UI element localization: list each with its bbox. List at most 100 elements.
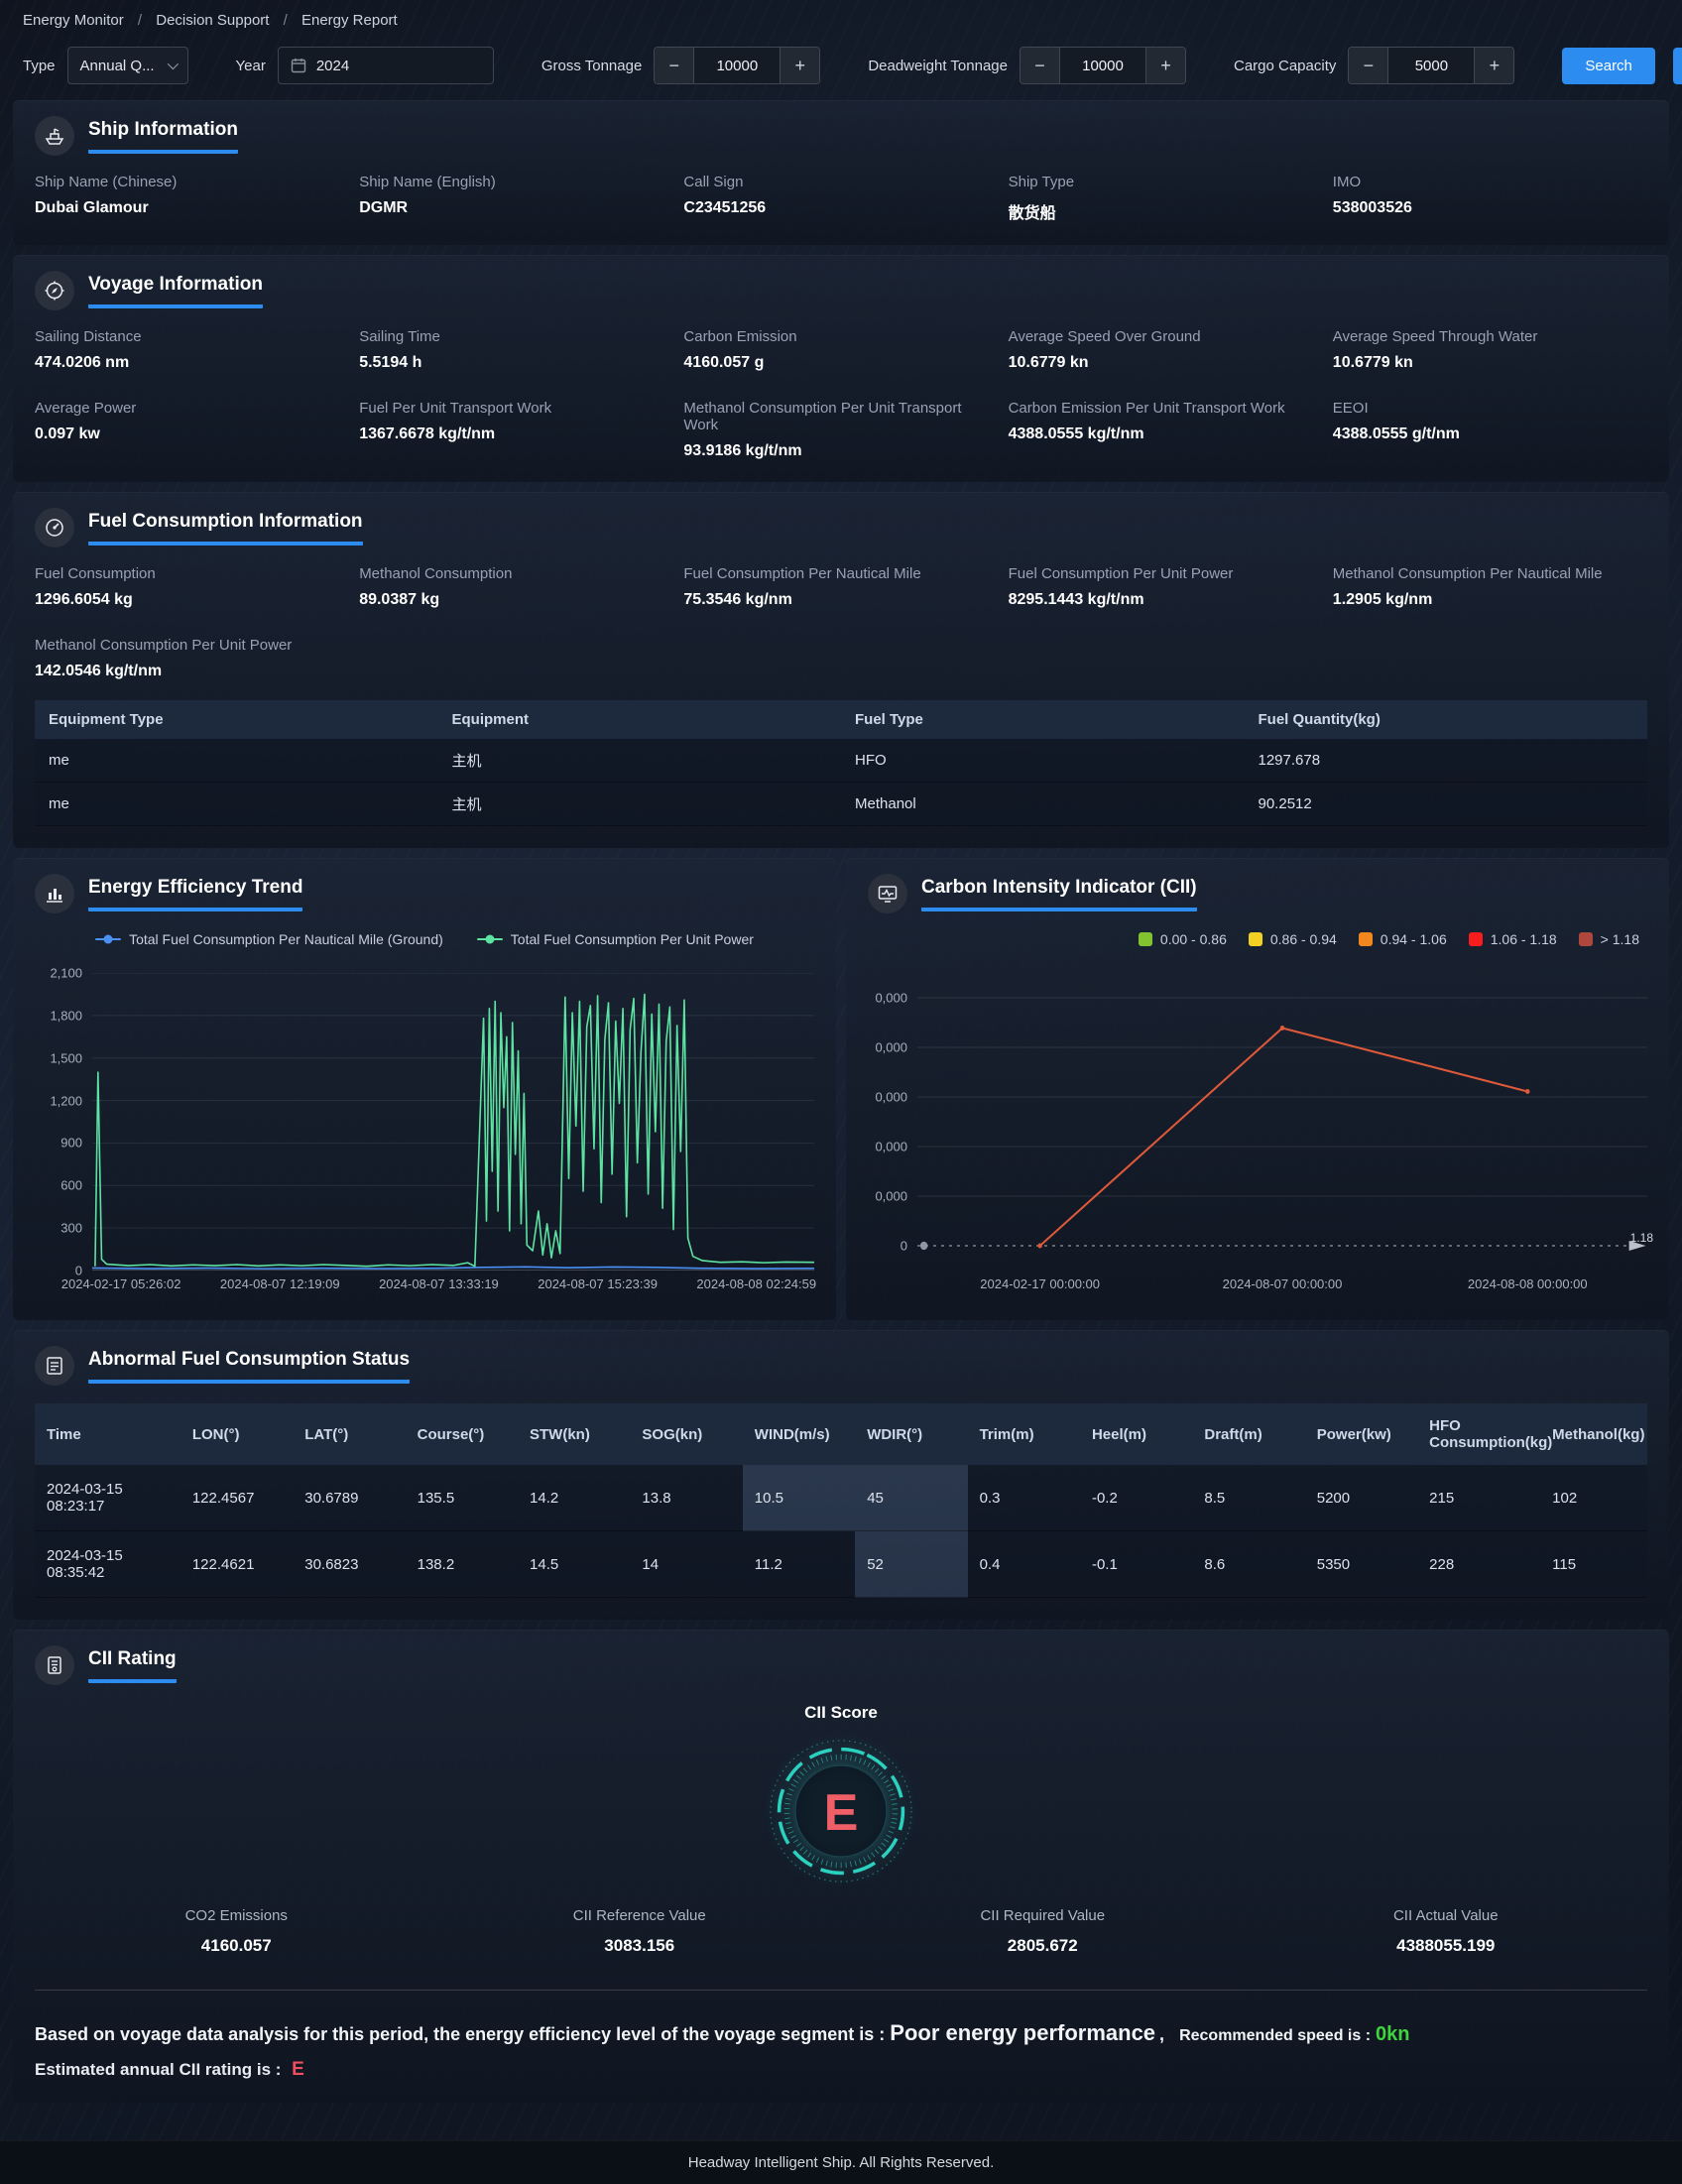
field-label: Ship Name (English) [359,174,673,190]
equipment-table-row[interactable]: me 主机 Methanol 90.2512 [35,783,1647,826]
energy-plot-area[interactable] [92,973,814,1271]
field-value: 4388.0555 kg/t/nm [1009,425,1323,443]
col-draft: Draft(m) [1192,1403,1304,1465]
gross-tonnage-increment-button[interactable]: + [780,48,819,83]
stat-value: 3083.156 [438,1936,842,1956]
col-fuel-quantity: Fuel Quantity(kg) [1245,700,1648,739]
field-label: Average Speed Over Ground [1009,328,1323,345]
year-input-value: 2024 [316,58,349,74]
deadweight-tonnage-value[interactable]: 10000 [1060,48,1145,83]
breadcrumb-separator: / [284,12,288,29]
legend-item-orange-band[interactable]: 0.94 - 1.06 [1359,931,1447,947]
legend-label: 0.94 - 1.06 [1381,931,1447,947]
field-label: Methanol Consumption Per Nautical Mile [1333,565,1647,582]
legend-swatch [1469,932,1483,946]
legend-swatch [1139,932,1152,946]
abnormal-table-row[interactable]: 2024-03-15 08:23:17 122.4567 30.6789 135… [35,1465,1647,1531]
stat-value: 4388055.199 [1245,1936,1648,1956]
fuel-gauge-icon [35,508,74,547]
cii-chart-title: Carbon Intensity Indicator (CII) [921,877,1197,911]
report-icon [35,1346,74,1386]
year-input[interactable]: 2024 [278,47,494,84]
table-cell: 0.3 [968,1465,1080,1531]
legend-swatch [1249,932,1262,946]
cii-score-gauge: E [35,1733,1647,1889]
table-cell: 52 [855,1531,967,1598]
field-label: Fuel Per Unit Transport Work [359,400,673,417]
cii-chart-card: Carbon Intensity Indicator (CII) 0.00 - … [846,858,1669,1320]
abnormal-fuel-table: Time LON(°) LAT(°) Course(°) STW(kn) SOG… [35,1403,1647,1598]
stat-label: CII Reference Value [438,1907,842,1924]
field-value: 89.0387 kg [359,591,673,609]
abnormal-fuel-card: Abnormal Fuel Consumption Status Time LO… [13,1330,1669,1620]
field-label: Fuel Consumption Per Unit Power [1009,565,1323,582]
cargo-increment-button[interactable]: + [1474,48,1513,83]
cii-score-label: CII Score [35,1703,1647,1723]
fuel-consumption-card: Fuel Consumption Information Fuel Consum… [13,492,1669,848]
table-cell: -0.2 [1080,1465,1192,1531]
cii-plot-area[interactable]: 1.18 [917,973,1647,1271]
field-label: Methanol Consumption [359,565,673,582]
col-time: Time [35,1403,180,1465]
field-methanol-per-nm: Methanol Consumption Per Nautical Mile 1… [1333,565,1647,609]
export-button[interactable]: Export [1673,48,1682,84]
field-fuel-consumption: Fuel Consumption 1296.6054 kg [35,565,349,609]
voyage-information-header: Voyage Information [35,271,1647,310]
legend-item-above-band[interactable]: > 1.18 [1579,931,1639,947]
field-methanol-per-unit-transport-work: Methanol Consumption Per Unit Transport … [683,400,998,460]
legend-item-red-band[interactable]: 1.06 - 1.18 [1469,931,1557,947]
gross-tonnage-group: Gross Tonnage − 10000 + [541,47,820,84]
gross-tonnage-decrement-button[interactable]: − [655,48,694,83]
cargo-capacity-label: Cargo Capacity [1234,58,1336,74]
abnormal-table-row[interactable]: 2024-03-15 08:35:42 122.4621 30.6823 138… [35,1531,1647,1598]
field-value: 0.097 kw [35,425,349,443]
search-button[interactable]: Search [1562,48,1655,84]
field-value: 474.0206 nm [35,354,349,372]
field-call-sign: Call Sign C23451256 [683,174,998,223]
legend-item-per-unit-power[interactable]: Total Fuel Consumption Per Unit Power [477,931,754,947]
legend-swatch [1359,932,1373,946]
cii-y-axis: 0,0000,0000,0000,0000,0000 [868,973,917,1271]
stat-value: 2805.672 [841,1936,1245,1956]
legend-item-green-band[interactable]: 0.00 - 0.86 [1139,931,1227,947]
cargo-capacity-group: Cargo Capacity − 5000 + [1234,47,1514,84]
gross-tonnage-label: Gross Tonnage [541,58,642,74]
deadweight-decrement-button[interactable]: − [1021,48,1060,83]
field-value: 10.6779 kn [1009,354,1323,372]
table-cell: 8.6 [1192,1531,1304,1598]
energy-y-axis: 2,1001,8001,5001,2009006003000 [35,973,92,1271]
legend-label: 1.06 - 1.18 [1491,931,1557,947]
field-value: 538003526 [1333,199,1647,217]
abnormal-table-header-row: Time LON(°) LAT(°) Course(°) STW(kn) SOG… [35,1403,1647,1465]
field-label: Fuel Consumption [35,565,349,582]
energy-report-page: Energy Monitor / Decision Support / Ener… [0,0,1682,2126]
legend-item-per-nautical-mile[interactable]: Total Fuel Consumption Per Nautical Mile… [95,931,443,947]
cargo-decrement-button[interactable]: − [1349,48,1388,83]
legend-item-yellow-band[interactable]: 0.86 - 0.94 [1249,931,1337,947]
field-ship-name-chinese: Ship Name (Chinese) Dubai Glamour [35,174,349,223]
deadweight-increment-button[interactable]: + [1145,48,1185,83]
field-fuel-per-unit-power: Fuel Consumption Per Unit Power 8295.144… [1009,565,1323,609]
gross-tonnage-value[interactable]: 10000 [694,48,780,83]
voyage-information-card: Voyage Information Sailing Distance 474.… [13,255,1669,482]
monitor-pulse-icon [868,874,907,913]
cargo-capacity-value[interactable]: 5000 [1388,48,1474,83]
breadcrumb-energy-monitor[interactable]: Energy Monitor [23,12,124,29]
voyage-information-fields: Sailing Distance 474.0206 nm Sailing Tim… [35,328,1647,460]
field-sailing-time: Sailing Time 5.5194 h [359,328,673,372]
stat-co2-emissions: CO2 Emissions 4160.057 [35,1907,438,1956]
field-fuel-per-nm: Fuel Consumption Per Nautical Mile 75.35… [683,565,998,609]
cii-chart: 0,0000,0000,0000,0000,0000 1.18 [868,973,1647,1271]
analysis-comma: , [1159,2024,1164,2044]
type-label: Type [23,58,56,74]
equipment-table-header-row: Equipment Type Equipment Fuel Type Fuel … [35,700,1647,739]
breadcrumb-decision-support[interactable]: Decision Support [156,12,269,29]
type-select[interactable]: Annual Q... [67,47,188,84]
table-cell: 10.5 [743,1465,855,1531]
equipment-table-row[interactable]: me 主机 HFO 1297.678 [35,739,1647,783]
table-cell: 主机 [438,783,842,826]
breadcrumb-energy-report: Energy Report [301,12,398,29]
equipment-table: Equipment Type Equipment Fuel Type Fuel … [35,700,1647,826]
analysis-prefix: Based on voyage data analysis for this p… [35,2024,885,2044]
table-cell: 1297.678 [1245,739,1648,783]
